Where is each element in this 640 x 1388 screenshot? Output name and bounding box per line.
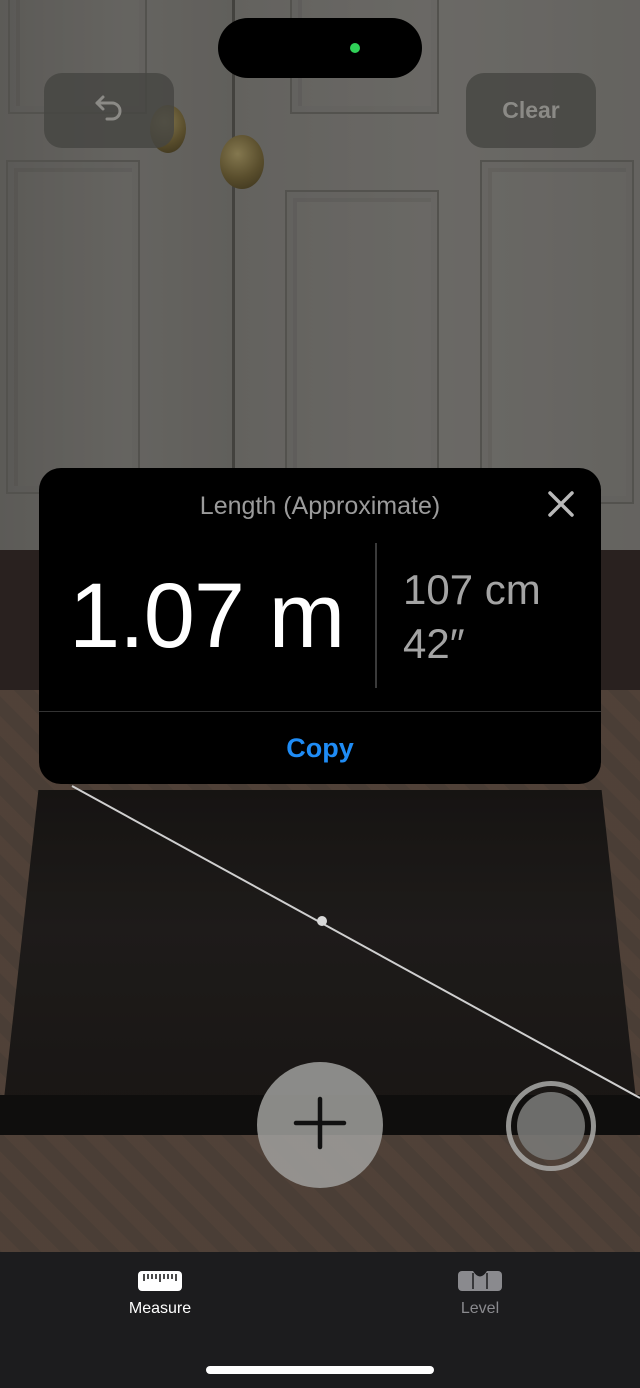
add-point-button[interactable] bbox=[257, 1062, 383, 1188]
tab-level[interactable]: Level bbox=[400, 1270, 560, 1318]
dynamic-island bbox=[218, 18, 422, 78]
primary-measurement: 1.07 m bbox=[69, 565, 345, 667]
measurement-result-card: Length (Approximate) 1.07 m 107 cm 42″ C… bbox=[39, 468, 601, 784]
vertical-divider bbox=[375, 543, 377, 688]
tab-measure[interactable]: Measure bbox=[80, 1270, 240, 1318]
tab-measure-label: Measure bbox=[128, 1300, 192, 1317]
shutter-icon bbox=[517, 1092, 585, 1160]
plus-icon bbox=[290, 1093, 350, 1158]
measurement-inches: 42″ bbox=[403, 620, 465, 667]
measure-app-screen: Clear Length (Approximate) 1.07 m 107 cm… bbox=[0, 0, 640, 1388]
tab-level-label: Level bbox=[460, 1300, 500, 1317]
close-icon bbox=[544, 491, 578, 525]
ruler-icon bbox=[80, 1270, 240, 1292]
card-title: Length (Approximate) bbox=[199, 492, 441, 520]
capture-button[interactable] bbox=[506, 1081, 596, 1171]
copy-button[interactable]: Copy bbox=[39, 712, 601, 784]
measurement-centimeters: 107 cm bbox=[403, 566, 541, 613]
clear-button[interactable]: Clear bbox=[466, 73, 596, 148]
close-button[interactable] bbox=[544, 487, 578, 521]
camera-active-indicator bbox=[350, 43, 360, 53]
measurement-midpoint bbox=[317, 916, 327, 926]
level-icon bbox=[400, 1270, 560, 1292]
undo-arrow-icon bbox=[92, 91, 126, 130]
home-indicator[interactable] bbox=[206, 1366, 434, 1374]
undo-button[interactable] bbox=[44, 73, 174, 148]
